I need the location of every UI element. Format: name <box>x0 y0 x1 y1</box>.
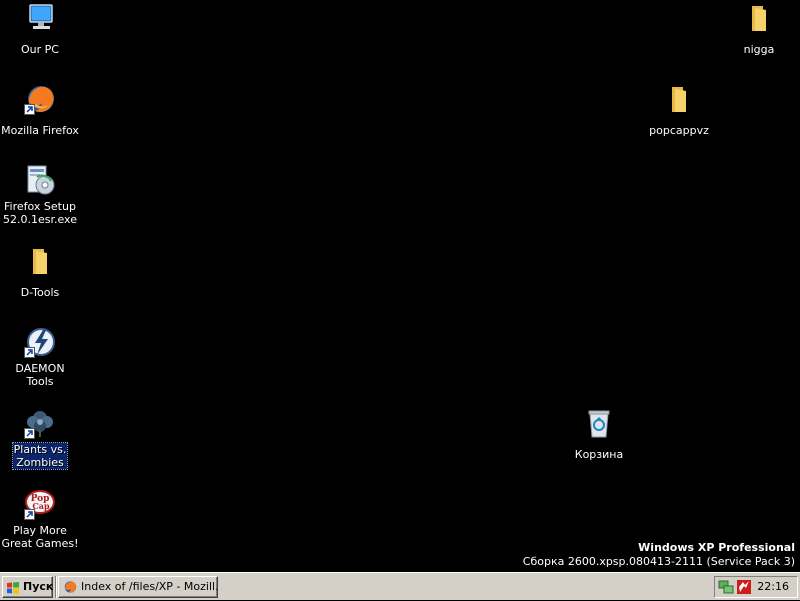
desktop-icon-firefox-setup[interactable]: Firefox Setup 52.0.1esr.exe <box>0 164 80 227</box>
start-label: Пуск <box>23 580 54 593</box>
start-button[interactable]: Пуск <box>2 576 53 598</box>
antivirus-icon[interactable] <box>736 579 752 595</box>
windows-edition: Windows XP Professional <box>638 541 795 554</box>
desktop-icon-d-tools[interactable]: D-Tools <box>0 245 80 300</box>
desktop-icon-mozilla-firefox[interactable]: Mozilla Firefox <box>0 83 80 138</box>
icon-label: Plants vs. Zombies <box>11 442 69 470</box>
desktop[interactable]: Our PC Mozilla Firefox Firefox Setup 52.… <box>0 0 800 572</box>
shortcut-arrow-icon <box>24 347 35 358</box>
windows-version-watermark: Windows XP Professional Сборка 2600.xpsp… <box>523 541 795 569</box>
installer-icon <box>24 164 56 196</box>
icon-label: Play More Great Games! <box>1 524 79 550</box>
icon-label: Firefox Setup 52.0.1esr.exe <box>2 200 77 226</box>
icon-label: DAEMON Tools <box>15 362 65 388</box>
firefox-icon <box>24 83 56 115</box>
computer-icon <box>24 2 56 34</box>
shortcut-arrow-icon <box>24 104 35 115</box>
daemon-tools-icon <box>24 326 56 358</box>
folder-icon <box>24 245 56 277</box>
desktop-icon-folder-nigga[interactable]: nigga <box>719 2 799 57</box>
icon-label: popcappvz <box>649 124 709 137</box>
firefox-icon <box>63 580 77 594</box>
plants-vs-zombies-icon <box>24 407 56 439</box>
windows-logo-icon <box>6 581 20 594</box>
shortcut-arrow-icon <box>24 428 35 439</box>
popcap-icon: Pop Cap <box>24 488 56 520</box>
icon-label: Our PC <box>21 43 59 56</box>
task-label: Index of /files/XP - Mozill... <box>81 580 218 593</box>
desktop-icon-plants-vs-zombies[interactable]: Plants vs. Zombies <box>0 407 80 470</box>
folder-icon <box>743 2 775 34</box>
taskbar-divider <box>55 576 57 598</box>
desktop-icon-folder-popcappvz[interactable]: popcappvz <box>639 83 719 138</box>
clock[interactable]: 22:16 <box>757 577 789 597</box>
icon-label: nigga <box>743 43 775 56</box>
taskbar: Пуск Index of /files/XP - Mozill... 22:1… <box>0 572 800 600</box>
desktop-icon-recycle-bin[interactable]: Корзина <box>559 407 639 462</box>
desktop-icon-play-more-great-games[interactable]: Pop Cap Play More Great Games! <box>0 488 80 551</box>
network-icon[interactable] <box>718 579 734 595</box>
shortcut-arrow-icon <box>24 509 35 520</box>
svg-text:Cap: Cap <box>32 501 50 511</box>
recycle-bin-icon <box>583 407 615 439</box>
taskbar-button-firefox[interactable]: Index of /files/XP - Mozill... <box>58 576 218 598</box>
icon-label: Корзина <box>574 448 624 461</box>
system-tray: 22:16 <box>714 576 798 598</box>
icon-label: Mozilla Firefox <box>1 124 79 137</box>
desktop-icon-our-pc[interactable]: Our PC <box>0 2 80 57</box>
desktop-icon-daemon-tools[interactable]: DAEMON Tools <box>0 326 80 389</box>
folder-icon <box>663 83 695 115</box>
icon-label: D-Tools <box>20 286 60 299</box>
windows-build: Сборка 2600.xpsp.080413-2111 (Service Pa… <box>522 555 795 568</box>
